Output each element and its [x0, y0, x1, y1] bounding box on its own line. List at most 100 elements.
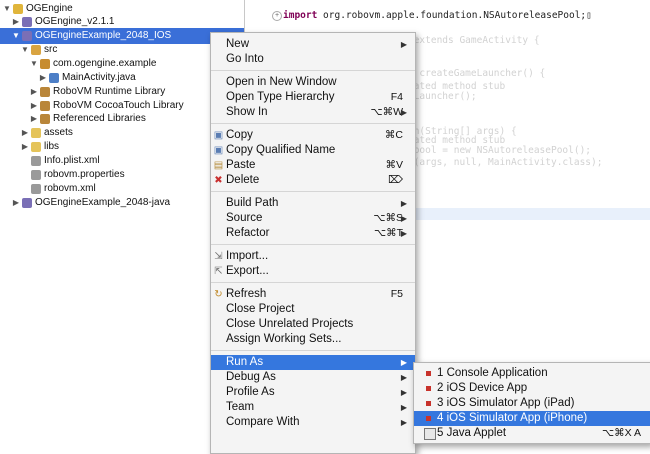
menu-item-label: Export...	[226, 265, 269, 277]
menu-item-label: Go Into	[226, 53, 264, 65]
tree-item-icon	[22, 198, 32, 208]
menu-item-open-type-hierarchy[interactable]: Open Type Hierarchy F4	[211, 90, 415, 105]
menu-item-label: Compare With	[226, 416, 300, 428]
copy-icon: ▣	[213, 130, 224, 141]
menu-shortcut: ⌘V	[385, 159, 403, 171]
refresh-icon: ↻	[214, 289, 223, 300]
menu-shortcut: ⌦	[388, 174, 403, 186]
menu-item-label: Run As	[226, 356, 264, 368]
menu-separator	[211, 350, 415, 351]
menu-item-close-project[interactable]: Close Project	[211, 302, 415, 317]
menu-item-label: Copy Qualified Name	[226, 144, 336, 156]
menu-item-paste[interactable]: ▤ Paste ⌘V	[211, 158, 415, 173]
menu-item-show-in[interactable]: Show In ⌥⌘W ▶	[211, 105, 415, 120]
menu-item-label: Open in New Window	[226, 76, 337, 88]
copy-qualified-icon: ▣	[213, 145, 224, 156]
submenu-arrow-icon: ▶	[400, 40, 407, 49]
menu-item-build-path[interactable]: Build Path ▶	[211, 196, 415, 211]
menu-item-label: Delete	[226, 174, 260, 186]
tree-item-icon	[31, 156, 41, 166]
menu-item-copy[interactable]: ▣ Copy ⌘C	[211, 128, 415, 143]
robovm-icon	[426, 416, 431, 421]
menu-item-new[interactable]: New ▶	[211, 37, 415, 52]
menu-item-source[interactable]: Source ⌥⌘S ▶	[211, 211, 415, 226]
menu-item-copy-qualified-name[interactable]: ▣ Copy Qualified Name	[211, 143, 415, 158]
menu-separator	[211, 123, 415, 124]
fold-marker-icon[interactable]: +	[272, 11, 282, 21]
menu-shortcut: ⌘C	[384, 129, 403, 141]
menu-item-compare-with[interactable]: Compare With ▶	[211, 415, 415, 430]
menu-item-label: Close Project	[226, 303, 295, 315]
submenu-arrow-icon: ▶	[400, 373, 407, 382]
tree-item-icon	[40, 87, 50, 97]
collapse-arrow-icon[interactable]: ▶	[12, 195, 20, 211]
submenu-arrow-icon: ▶	[400, 199, 407, 208]
tree-item-icon	[31, 45, 41, 55]
menu-item-assign-working-sets[interactable]: Assign Working Sets...	[211, 332, 415, 347]
menu-shortcut: F5	[390, 288, 403, 300]
paste-icon: ▤	[213, 160, 224, 171]
package-explorer: ▼ OGEngine ▶ OGEngine_v2.1.1 ▼ OGEngineExampl…	[0, 0, 245, 439]
submenu-arrow-icon: ▶	[400, 388, 407, 397]
code-text: org.robovm.apple.foundation.NSAutoreleas…	[317, 10, 592, 21]
menu-item-label: Show In	[226, 106, 268, 118]
menu-item-label: Import...	[226, 250, 269, 262]
menu-item-label: Build Path	[226, 197, 279, 209]
run-as-label: 2 iOS Device App	[437, 382, 528, 394]
menu-item-label: Close Unrelated Projects	[226, 318, 354, 330]
tree-item-icon	[22, 31, 32, 41]
run-as-item[interactable]: 3 iOS Simulator App (iPad)	[414, 396, 650, 411]
submenu-arrow-icon: ▶	[400, 358, 407, 367]
run-as-label: 3 iOS Simulator App (iPad)	[437, 397, 575, 409]
tree-item-icon	[22, 17, 32, 27]
menu-item-open-in-new-window[interactable]: Open in New Window	[211, 75, 415, 90]
code-line: import org.robovm.apple.foundation.NSAut…	[283, 10, 592, 21]
run-as-label: 4 iOS Simulator App (iPhone)	[437, 412, 588, 424]
menu-item-delete[interactable]: ✖ Delete ⌦	[211, 173, 415, 188]
run-as-item[interactable]: 1 Console Application	[414, 366, 650, 381]
menu-item-label: Refresh	[226, 288, 267, 300]
tree-item-icon	[13, 4, 23, 14]
tree-item-icon	[40, 114, 50, 124]
run-as-item[interactable]: 4 iOS Simulator App (iPhone)	[414, 411, 650, 426]
menu-item-debug-as[interactable]: Debug As ▶	[211, 370, 415, 385]
menu-item-label: Source	[226, 212, 263, 224]
menu-separator	[211, 191, 415, 192]
menu-item-run-as[interactable]: Run As ▶	[211, 355, 415, 370]
code-keyword: import	[283, 10, 318, 21]
submenu-arrow-icon: ▶	[400, 108, 407, 117]
menu-shortcut: ⌥⌘T	[373, 227, 403, 239]
run-as-item[interactable]: 2 iOS Device App	[414, 381, 650, 396]
tree-item[interactable]: ▶ OGEngineExample_2048-java	[0, 195, 244, 211]
tree-item-icon	[49, 73, 59, 83]
submenu-arrow-icon: ▶	[400, 214, 407, 223]
submenu-arrow-icon: ▶	[400, 229, 407, 238]
menu-item-label: Copy	[226, 129, 253, 141]
menu-shortcut: ⌥⌘W	[370, 106, 403, 118]
tree-item-icon	[31, 128, 41, 138]
java-applet-icon	[424, 428, 436, 440]
robovm-icon	[426, 386, 431, 391]
menu-item-refactor[interactable]: Refactor ⌥⌘T ▶	[211, 226, 415, 241]
menu-item-label: Debug As	[226, 371, 276, 383]
context-menu: New ▶ Go Into Open in New Window Open Type H…	[210, 32, 416, 454]
run-as-submenu: 1 Console Application 2 iOS Device App 3 i…	[413, 362, 650, 444]
menu-shortcut: ⌥⌘S	[373, 212, 403, 224]
menu-separator	[211, 244, 415, 245]
tree-item-label: OGEngineExample_2048-java	[35, 197, 171, 208]
tree-item-icon	[40, 59, 50, 69]
submenu-arrow-icon: ▶	[400, 418, 407, 427]
tree-item-icon	[31, 184, 41, 194]
menu-item-import[interactable]: ⇲ Import...	[211, 249, 415, 264]
menu-item-close-unrelated-projects[interactable]: Close Unrelated Projects	[211, 317, 415, 332]
menu-item-team[interactable]: Team ▶	[211, 400, 415, 415]
menu-item-export[interactable]: ⇱ Export...	[211, 264, 415, 279]
menu-item-go-into[interactable]: Go Into	[211, 52, 415, 67]
run-as-label: 1 Console Application	[437, 367, 548, 379]
import-icon: ⇲	[214, 251, 223, 262]
tree-item-icon	[31, 142, 41, 152]
menu-item-label: Open Type Hierarchy	[226, 91, 335, 103]
menu-separator	[211, 282, 415, 283]
menu-item-refresh[interactable]: ↻ Refresh F5	[211, 287, 415, 302]
menu-item-profile-as[interactable]: Profile As ▶	[211, 385, 415, 400]
